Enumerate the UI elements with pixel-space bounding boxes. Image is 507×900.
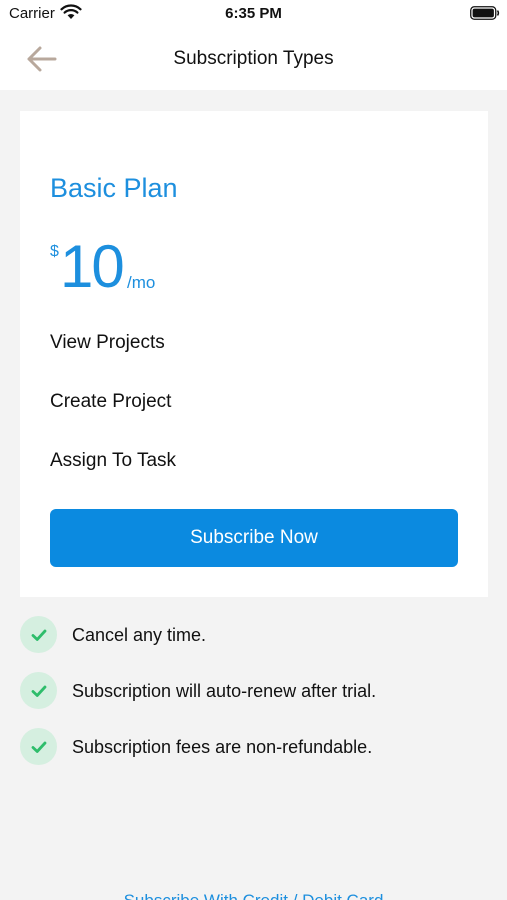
- note-item: Subscription will auto-renew after trial…: [20, 672, 490, 710]
- plan-feature: Create Project: [50, 391, 172, 412]
- note-text: Cancel any time.: [72, 625, 207, 645]
- page-title: Subscription Types: [173, 48, 334, 69]
- subscription-screen: Carrier 6:35 PM Subscription Types Basic…: [0, 0, 507, 900]
- card-subscribe-link[interactable]: Subscribe With Credit / Debit Card: [0, 891, 507, 900]
- check-icon: [20, 728, 57, 765]
- plan-card: Basic Plan $ 10 /mo View Projects Create…: [20, 111, 488, 597]
- status-time: 6:35 PM: [225, 5, 282, 22]
- check-icon: [20, 672, 57, 709]
- price-amount: 10: [60, 233, 125, 300]
- plan-name: Basic Plan: [50, 173, 178, 203]
- note-text: Subscription fees are non-refundable.: [72, 737, 373, 757]
- subscribe-now-button[interactable]: Subscribe Now: [50, 509, 458, 567]
- note-text: Subscription will auto-renew after trial…: [72, 681, 377, 701]
- plan-feature: View Projects: [50, 332, 165, 353]
- plan-feature: Assign To Task: [50, 450, 177, 471]
- note-item: Subscription fees are non-refundable.: [20, 728, 490, 766]
- price-period: /mo: [127, 273, 156, 292]
- navigation-bar: Subscription Types: [0, 30, 507, 90]
- status-bar: Carrier 6:35 PM: [0, 0, 507, 30]
- check-icon: [20, 616, 57, 653]
- price-currency: $: [50, 243, 59, 260]
- battery-icon: [470, 6, 500, 20]
- note-item: Cancel any time.: [20, 616, 490, 654]
